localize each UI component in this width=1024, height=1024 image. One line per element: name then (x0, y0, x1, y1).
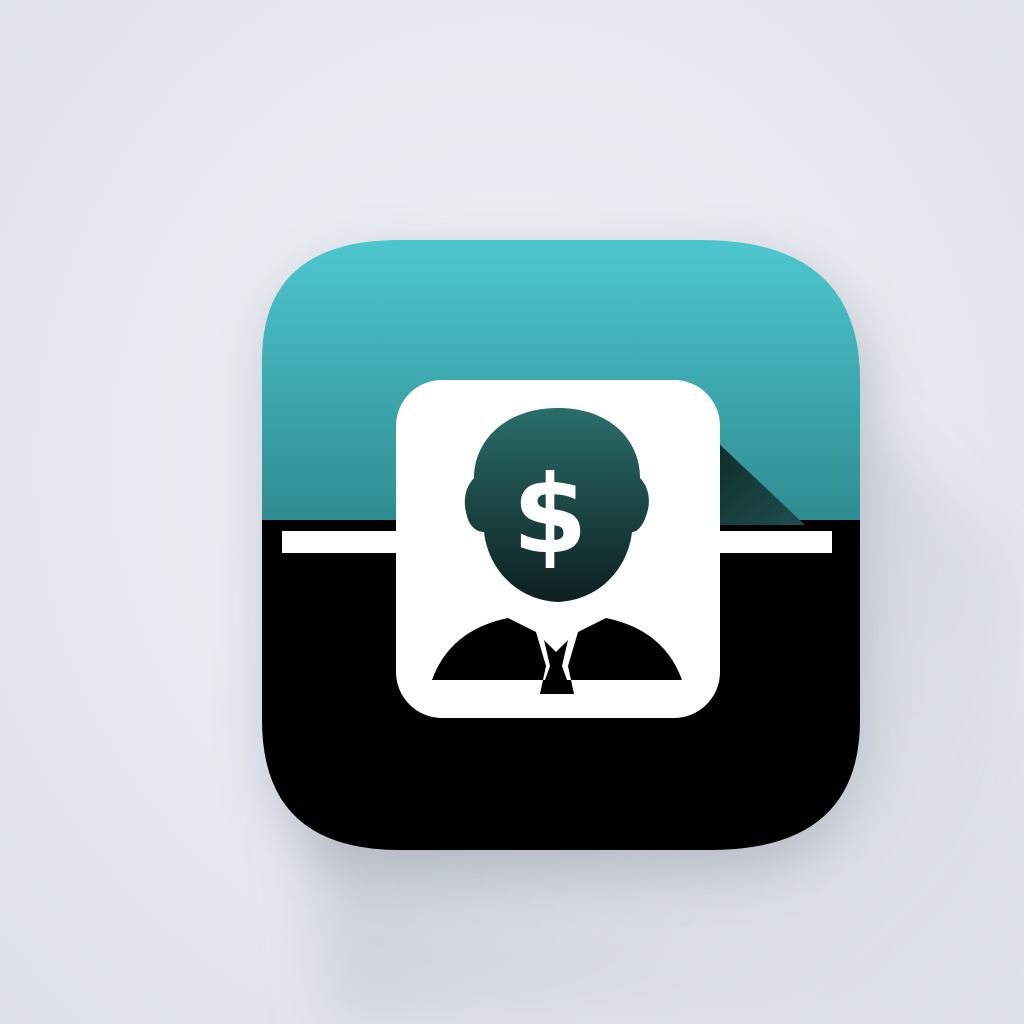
icon-canvas: $ (0, 0, 1024, 1024)
app-icon[interactable]: $ (0, 0, 1024, 1024)
app-icon-graphic: $ (262, 240, 1010, 1024)
dollar-symbol: $ (512, 453, 587, 578)
